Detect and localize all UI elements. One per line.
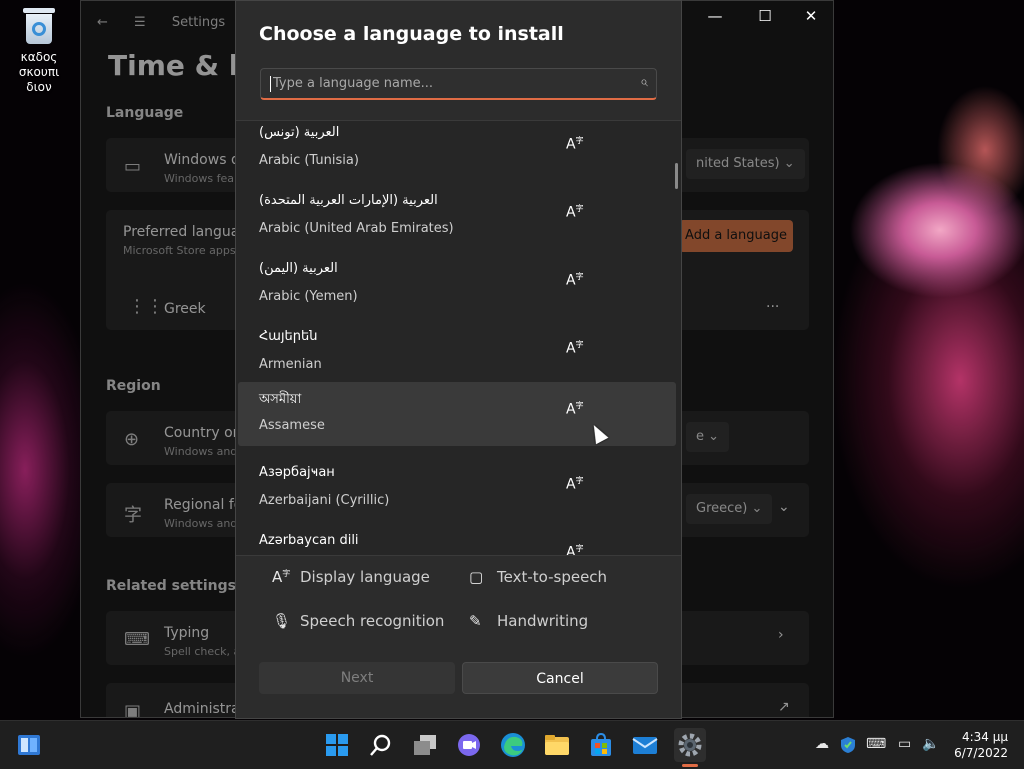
language-item-azerbaijani-cyrillic[interactable]: Азәрбајҹан Azerbaijani (Cyrillic) A字 [238,457,676,521]
search-icon: ⌕ [640,74,648,90]
language-english-name: Arabic (Yemen) [259,289,358,304]
display-language-icon: A字 [566,401,584,418]
language-item-armenian[interactable]: Հայերեն Armenian A字 [238,321,676,385]
clock[interactable]: 4:34 μμ 6/7/2022 [954,729,1008,761]
display-language-icon: A字 [566,340,584,357]
language-native-name: Азәрбајҹан [259,465,335,480]
recycle-bin-desktop-icon[interactable]: καδος σκουπι διον [0,6,78,95]
language-native-name: Azərbaycan dili [259,533,359,548]
choose-language-dialog: Choose a language to install ⌕ العربية (… [235,0,682,719]
feature-speech-recognition: 🎙 Speech recognition [272,612,445,630]
language-native-name: Հայերեն [259,329,318,344]
language-native-name: অসমীয়া [259,392,302,407]
start-icon[interactable] [322,730,352,760]
display-language-icon: A字 [566,544,584,556]
feature-display-language: A字 Display language [272,568,430,586]
display-language-icon: A字 [566,204,584,221]
language-english-name: Assamese [259,418,325,433]
language-native-name: العربية (تونس) [259,125,340,140]
taskbar: ☁ ⌨ ▭ 🔈 4:34 μμ 6/7/2022 [0,720,1024,769]
language-item-arabic-tunisia[interactable]: العربية (تونس) Arabic (Tunisia) A字 [238,121,676,181]
search-icon[interactable] [366,730,396,760]
display-language-icon: A字 [566,476,584,493]
next-button[interactable]: Next [259,662,455,694]
text-to-speech-icon: ▢ [469,568,484,586]
list-scrollbar[interactable] [675,163,678,189]
active-app-indicator [682,764,698,767]
display-language-icon: A字 [566,272,584,289]
language-english-name: Armenian [259,357,322,372]
language-item-arabic-yemen[interactable]: العربية (اليمن) Arabic (Yemen) A字 [238,253,676,317]
handwriting-icon: ✎ [469,612,482,630]
network-off-icon[interactable]: ☁ [815,736,829,752]
microsoft-store-icon[interactable] [586,730,616,760]
security-shield-icon[interactable] [840,736,856,758]
dialog-title: Choose a language to install [259,23,564,45]
recycle-bin-label: καδος σκουπι διον [18,50,60,94]
language-english-name: Arabic (Tunisia) [259,153,359,168]
feature-handwriting: ✎ Handwriting [469,612,589,630]
microphone-icon: 🎙 [272,612,292,630]
maximize-icon[interactable]: ☐ [743,7,787,25]
task-view-icon[interactable] [410,730,440,760]
widgets-icon[interactable] [14,730,44,760]
settings-gear-icon[interactable] [674,728,706,762]
language-english-name: Arabic (United Arab Emirates) [259,221,454,236]
language-native-name: العربية (اليمن) [259,261,338,276]
clock-time: 4:34 μμ [961,730,1008,744]
language-item-arabic-uae[interactable]: العربية (الإمارات العربية المتحدة) Arabi… [238,185,676,249]
keyboard-layout-icon[interactable]: ⌨ [866,736,886,752]
recycle-bin-icon [22,6,56,46]
display-language-icon: A字 [272,568,291,586]
cancel-button[interactable]: Cancel [462,662,658,694]
clock-date: 6/7/2022 [954,746,1008,760]
mail-icon[interactable] [630,730,660,760]
minimize-icon[interactable]: — [693,7,737,25]
language-native-name: العربية (الإمارات العربية المتحدة) [259,193,438,208]
display-language-icon: A字 [566,136,584,153]
language-item-azerbaijani-latin[interactable]: Azərbaycan dili A字 [238,525,676,556]
file-explorer-icon[interactable] [542,730,572,760]
close-icon[interactable]: ✕ [789,7,833,25]
edge-browser-icon[interactable] [498,730,528,760]
language-english-name: Azerbaijani (Cyrillic) [259,493,390,508]
chat-icon[interactable] [454,730,484,760]
volume-icon[interactable]: 🔈 [922,736,939,752]
language-list[interactable]: العربية (تونس) Arabic (Tunisia) A字 العرب… [236,120,681,556]
language-item-assamese[interactable]: অসমীয়া Assamese A字 [238,382,676,446]
feature-text-to-speech: ▢ Text-to-speech [469,568,608,586]
search-box[interactable]: ⌕ [260,68,657,100]
network-icon[interactable]: ▭ [898,736,911,752]
language-search-input[interactable] [271,75,625,92]
